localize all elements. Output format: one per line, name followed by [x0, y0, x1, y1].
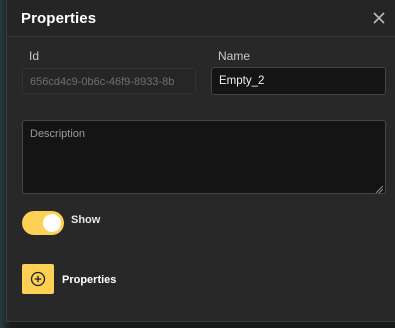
description-field[interactable]: Description — [22, 120, 386, 194]
properties-section-label: Properties — [62, 274, 117, 286]
show-toggle-label: Show — [71, 214, 101, 226]
properties-panel: Properties Id 656cd4c9-0b6c-46f9-8933-8b… — [6, 0, 395, 322]
name-label: Name — [218, 49, 251, 63]
close-icon[interactable] — [370, 9, 388, 27]
id-field: 656cd4c9-0b6c-46f9-8933-8b — [22, 68, 196, 94]
id-label: Id — [29, 49, 40, 63]
plus-circle-icon — [30, 271, 46, 287]
show-toggle[interactable] — [22, 211, 64, 235]
panel-title: Properties — [21, 10, 97, 27]
add-property-button[interactable] — [22, 264, 54, 294]
name-field[interactable]: Empty_2 — [211, 67, 386, 95]
description-placeholder: Description — [30, 128, 86, 140]
resize-handle-icon[interactable] — [375, 183, 384, 193]
panel-header: Properties — [7, 0, 395, 37]
toggle-knob — [43, 214, 61, 232]
